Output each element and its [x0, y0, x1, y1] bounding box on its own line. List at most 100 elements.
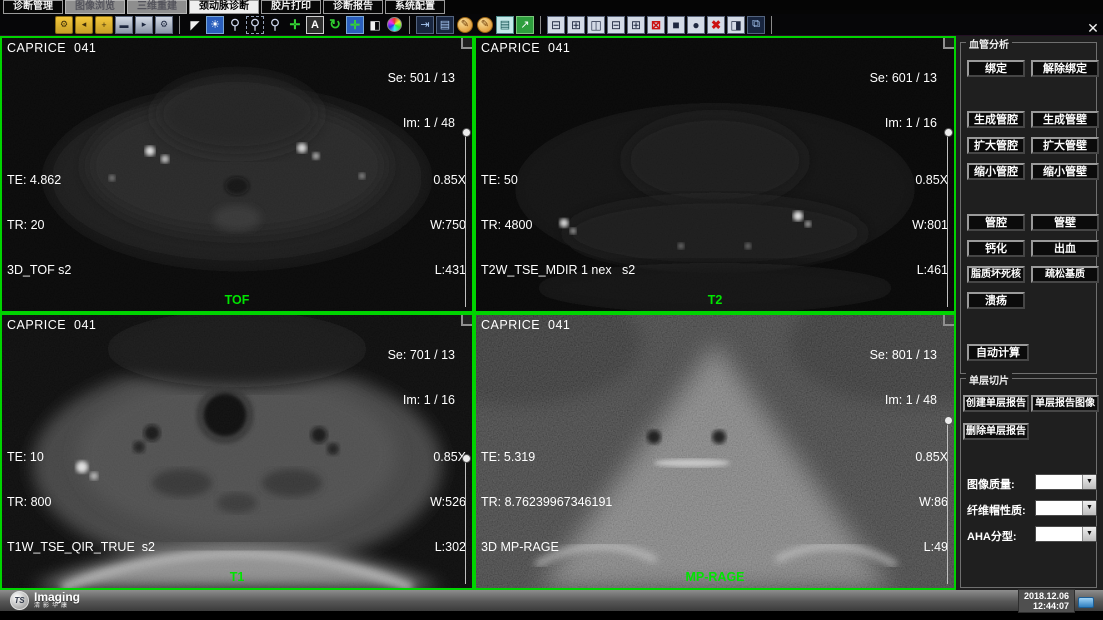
zoom-region-icon[interactable]: ⚲ [246, 16, 264, 34]
viewport-t2[interactable]: CAPRICE 041 Se: 601 / 13 Im: 1 / 16 TE: … [474, 36, 956, 313]
add-folder-icon[interactable]: + [95, 16, 113, 34]
film-view-icon[interactable]: ▤ [436, 16, 454, 34]
window-level: L:302 [430, 540, 466, 555]
save-image-icon[interactable]: ↗ [516, 16, 534, 34]
patient-name: CAPRICE 041 [481, 318, 570, 333]
window-width: W:750 [430, 218, 466, 233]
annotation-icon[interactable]: A [306, 16, 324, 34]
image-quality-label: 图像质量: [967, 476, 1015, 492]
window-level-info: 0.85X W:526 L:302 [430, 420, 466, 585]
ulcer-button[interactable]: 溃疡 [967, 292, 1025, 309]
viewport-corner-button[interactable] [943, 315, 954, 326]
shrink-wall-button[interactable]: 缩小管壁 [1031, 163, 1099, 180]
slice-report-image-button[interactable]: 单层报告图像 [1031, 395, 1099, 412]
fit-window-icon[interactable]: ✛ [346, 16, 364, 34]
layout-edit-icon[interactable]: ⊞ [567, 16, 585, 34]
cascade-windows-icon[interactable]: ⧉ [747, 16, 765, 34]
layout-delete-icon[interactable]: ⊠ [647, 16, 665, 34]
layout-2x2-icon[interactable]: ⊞ [627, 16, 645, 34]
hemorrhage-button[interactable]: 出血 [1031, 240, 1099, 257]
roi-rect-icon[interactable]: ■ [667, 16, 685, 34]
patient-name: CAPRICE 041 [481, 41, 570, 56]
worklist-window-icon[interactable]: ▬ [115, 16, 133, 34]
slice-scrollbar-handle[interactable] [944, 416, 953, 425]
aha-type-select[interactable]: ▼ [1035, 526, 1097, 542]
refresh-icon[interactable]: ↻ [326, 16, 344, 34]
roi-ellipse-icon[interactable]: ● [687, 16, 705, 34]
viewport-corner-button[interactable] [461, 315, 472, 326]
loose-matrix-button[interactable]: 疏松基质 [1031, 266, 1099, 283]
tab-image-browse[interactable]: 图像浏览 [65, 0, 125, 14]
te-value: TE: 50 [481, 173, 635, 188]
fibrous-cap-select[interactable]: ▼ [1035, 500, 1097, 516]
device-config-icon[interactable]: ⚙ [155, 16, 173, 34]
unbind-button[interactable]: 解除绑定 [1031, 60, 1099, 77]
expand-wall-button[interactable]: 扩大管壁 [1031, 137, 1099, 154]
layout-switch-icon[interactable]: ⇥ [416, 16, 434, 34]
slice-scrollbar[interactable] [465, 131, 466, 307]
copy-series-icon[interactable]: ▤ [496, 16, 514, 34]
zoom-tool-icon[interactable]: ⚲ [226, 16, 244, 34]
close-button[interactable]: ✕ [1086, 21, 1100, 35]
aha-type-label: AHA分型: [967, 528, 1017, 544]
viewport-corner-button[interactable] [461, 38, 472, 49]
slice-scrollbar[interactable] [465, 457, 466, 584]
zoom-factor-icon[interactable]: ⚲ [266, 16, 284, 34]
wall-button[interactable]: 管壁 [1031, 214, 1099, 231]
import-folder-icon[interactable]: ◂ [75, 16, 93, 34]
date-value: 2018.12.06 [1024, 591, 1069, 601]
slice-scrollbar[interactable] [947, 419, 948, 584]
tab-diagnosis-report[interactable]: 诊断报告 [323, 0, 383, 14]
color-palette-icon[interactable] [387, 17, 402, 32]
slice-scrollbar-handle[interactable] [462, 454, 471, 463]
calcification-button[interactable]: 钙化 [967, 240, 1025, 257]
generate-wall-button[interactable]: 生成管壁 [1031, 111, 1099, 128]
toolbar-separator [540, 16, 541, 34]
window-level: L:49 [915, 540, 948, 555]
slice-scrollbar[interactable] [947, 131, 948, 307]
tab-carotid-diagnosis[interactable]: 颈动脉诊断 [189, 0, 259, 14]
toolbar: ⚙◂+▬▸⚙◤☀⚲⚲⚲✛A↻✛◧⇥▤✎✎▤↗⊟⊞◫⊟⊞⊠■●✖◨⧉ [0, 14, 1103, 36]
open-exam-folder-icon[interactable]: ⚙ [55, 16, 73, 34]
application-window: 诊断管理图像浏览三维重建颈动脉诊断胶片打印诊断报告系统配置 ⚙◂+▬▸⚙◤☀⚲⚲… [0, 0, 1103, 620]
cursor-tool-icon[interactable]: ◤ [186, 16, 204, 34]
measure-multi-icon[interactable]: ✎ [477, 17, 493, 33]
layout-2row-icon[interactable]: ⊟ [607, 16, 625, 34]
lumen-button[interactable]: 管腔 [967, 214, 1025, 231]
expand-lumen-button[interactable]: 扩大管腔 [967, 137, 1025, 154]
split-view-icon[interactable]: ◨ [727, 16, 745, 34]
image-quality-select[interactable]: ▼ [1035, 474, 1097, 490]
tab-exam-management[interactable]: 诊断管理 [3, 0, 63, 14]
tab-system-config[interactable]: 系统配置 [385, 0, 445, 14]
viewport-tof[interactable]: CAPRICE 041 Se: 501 / 13 Im: 1 / 48 TE: … [0, 36, 474, 313]
bind-button[interactable]: 绑定 [967, 60, 1025, 77]
slice-scrollbar-handle[interactable] [462, 128, 471, 137]
window-level-icon[interactable]: ☀ [206, 16, 224, 34]
send-exam-icon[interactable]: ▸ [135, 16, 153, 34]
layout-single-icon[interactable]: ⊟ [547, 16, 565, 34]
pan-tool-icon[interactable]: ✛ [286, 16, 304, 34]
delete-slice-report-button[interactable]: 删除单层报告 [963, 423, 1029, 440]
menu-bar: 诊断管理图像浏览三维重建颈动脉诊断胶片打印诊断报告系统配置 [0, 0, 1103, 14]
shrink-lumen-button[interactable]: 缩小管腔 [967, 163, 1025, 180]
window-level: L:431 [430, 263, 466, 278]
sequence-label: TOF [2, 293, 472, 308]
roi-delete-icon[interactable]: ✖ [707, 16, 725, 34]
measure-icon[interactable]: ✎ [457, 17, 473, 33]
viewport-corner-button[interactable] [943, 38, 954, 49]
viewport-t1[interactable]: CAPRICE 041 Se: 701 / 13 Im: 1 / 16 TE: … [0, 313, 474, 590]
image-number: Im: 1 / 16 [388, 393, 455, 408]
slice-scrollbar-handle[interactable] [944, 128, 953, 137]
create-slice-report-button[interactable]: 创建单层报告 [963, 395, 1029, 412]
sequence-name: T1W_TSE_QIR_TRUE s2 [7, 540, 155, 555]
tab-film-print[interactable]: 胶片打印 [261, 0, 321, 14]
viewport-mprage[interactable]: CAPRICE 041 Se: 801 / 13 Im: 1 / 48 TE: … [474, 313, 956, 590]
chevron-down-icon: ▼ [1082, 501, 1096, 515]
lipid-core-button[interactable]: 脂质坏死核 [967, 266, 1025, 283]
auto-calc-button[interactable]: 自动计算 [967, 344, 1029, 361]
invert-icon[interactable]: ◧ [366, 16, 384, 34]
generate-lumen-button[interactable]: 生成管腔 [967, 111, 1025, 128]
single-slice-group: 单层切片 创建单层报告 单层报告图像 删除单层报告 图像质量: ▼ 纤维帽性质:… [960, 378, 1097, 588]
layout-2col-icon[interactable]: ◫ [587, 16, 605, 34]
tab-3d-reconstruction[interactable]: 三维重建 [127, 0, 187, 14]
